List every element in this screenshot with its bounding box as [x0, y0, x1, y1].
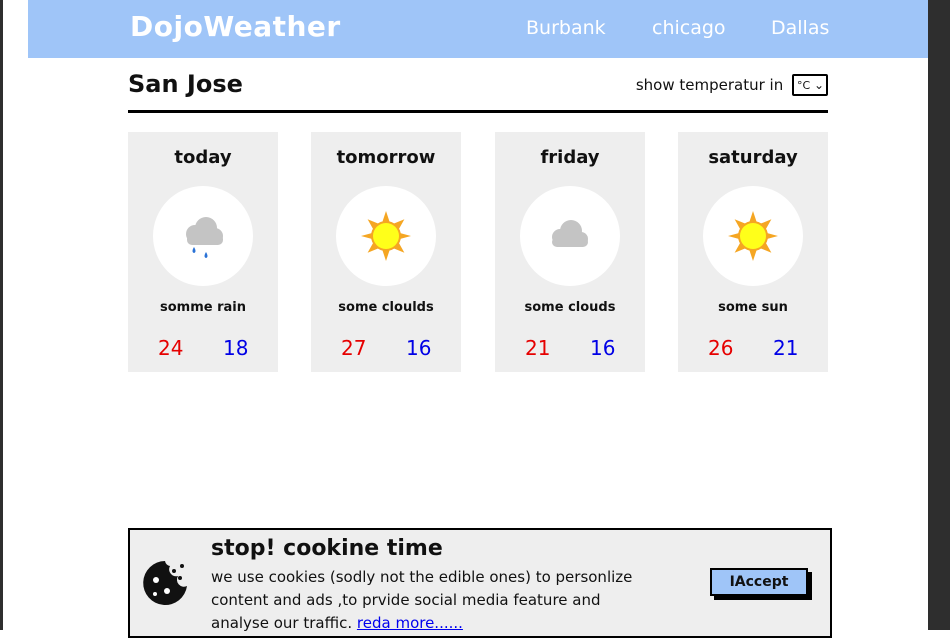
city-name: San Jose — [128, 70, 243, 98]
navbar: DojoWeather Burbank chicago Dallas — [28, 0, 928, 58]
weather-icon-circle — [153, 186, 253, 286]
cloud-icon — [552, 220, 588, 247]
window-frame-left — [0, 0, 3, 630]
nav-link-dallas[interactable]: Dallas — [771, 17, 829, 39]
brand-logo[interactable]: DojoWeather — [130, 10, 341, 43]
forecast-condition: somme rain — [160, 300, 246, 315]
low-temp: 21 — [773, 336, 799, 360]
rain-cloud-icon — [186, 217, 223, 258]
chevron-down-icon: ⌄ — [813, 78, 824, 92]
city-header: San Jose show temperatur in °C ⌄ — [128, 70, 828, 113]
unit-select[interactable]: °C ⌄ — [792, 74, 828, 96]
cookie-icon — [143, 561, 187, 605]
low-temp: 16 — [590, 336, 616, 360]
forecast-card-saturday: saturday some sun 26 21 — [678, 132, 828, 372]
accept-cookies-button[interactable]: IAccept — [710, 568, 808, 596]
high-temp: 24 — [158, 336, 184, 360]
low-temp: 16 — [406, 336, 432, 360]
forecast-day: tomorrow — [336, 147, 436, 168]
window-frame-right — [928, 0, 950, 630]
forecast-condition: some cloulds — [338, 300, 434, 315]
high-temp: 21 — [525, 336, 551, 360]
unit-selector: show temperatur in °C ⌄ — [636, 74, 828, 96]
nav-link-burbank[interactable]: Burbank — [526, 17, 606, 39]
unit-label: show temperatur in — [635, 76, 784, 94]
forecast-day: today — [174, 147, 232, 168]
high-temp: 27 — [341, 336, 367, 360]
high-temp: 26 — [708, 336, 734, 360]
forecast-day: friday — [540, 147, 600, 168]
forecast-card-tomorrow: tomorrow some cloulds 27 16 — [311, 132, 461, 372]
weather-icon-circle — [703, 186, 803, 286]
forecast-card-friday: friday some clouds 21 16 — [495, 132, 645, 372]
low-temp: 18 — [223, 336, 249, 360]
unit-select-value: °C — [797, 79, 811, 92]
forecast-card-today: today somme rain 24 18 — [128, 132, 278, 372]
sun-icon — [361, 211, 411, 261]
forecast-condition: some sun — [718, 300, 788, 315]
forecast-condition: some clouds — [524, 300, 616, 315]
nav-link-chicago[interactable]: chicago — [652, 17, 726, 39]
forecast-day: saturday — [708, 147, 798, 168]
read-more-link[interactable]: reda more...... — [357, 614, 463, 632]
cookie-message: we use cookies (sodly not the edible one… — [211, 566, 641, 635]
weather-icon-circle — [336, 186, 436, 286]
weather-icon-circle — [520, 186, 620, 286]
cookie-banner: stop! cookine time we use cookies (sodly… — [128, 528, 832, 638]
cookie-title: stop! cookine time — [211, 536, 443, 561]
sun-icon — [728, 211, 778, 261]
